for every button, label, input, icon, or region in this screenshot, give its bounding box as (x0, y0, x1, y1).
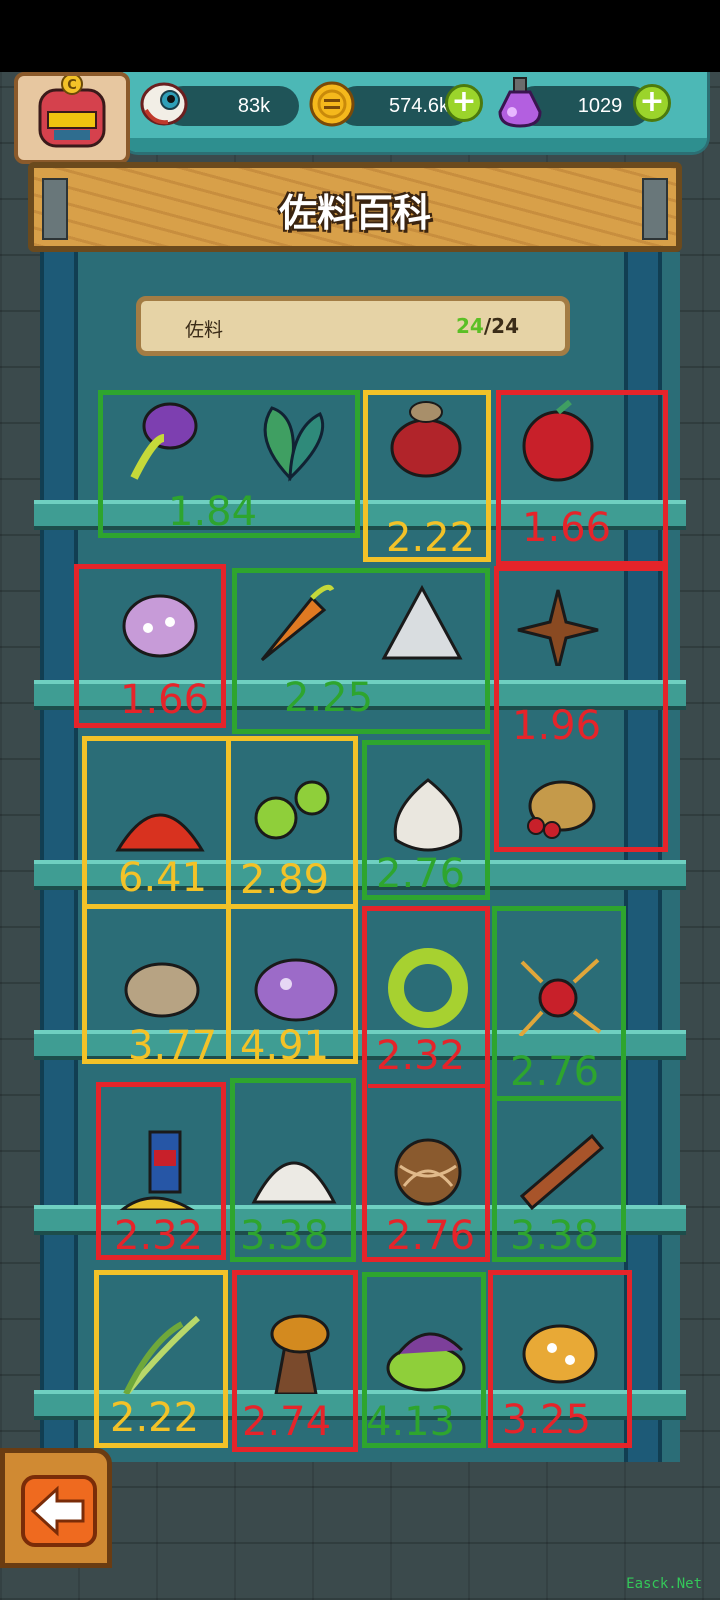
value-label: 3.38 (240, 1213, 330, 1259)
coin-count: 574.6k (388, 95, 450, 117)
svg-text:C: C (67, 78, 77, 93)
value-label: 2.22 (386, 515, 476, 561)
value-label: 2.74 (242, 1399, 332, 1445)
box-divider (492, 1096, 626, 1101)
total-count: 24 (491, 314, 519, 338)
player-badge[interactable]: C (14, 72, 130, 164)
value-label: 3.77 (128, 1023, 218, 1069)
collection-progress: 佐料 24/24 (136, 296, 570, 356)
value-label: 3.38 (510, 1213, 600, 1259)
value-label: 2.22 (110, 1395, 200, 1441)
eyeball-count: 83k (237, 95, 271, 117)
value-label: 4.13 (366, 1399, 456, 1445)
value-label: 2.76 (376, 851, 466, 897)
box-divider (368, 1084, 486, 1088)
hud-trim (123, 138, 707, 152)
monster-avatar-icon: C (38, 73, 106, 148)
cabinet-left-rail (40, 252, 78, 1462)
value-label: 6.41 (118, 855, 208, 901)
value-label: 2.32 (376, 1033, 466, 1079)
potion-count: 1029 (577, 95, 623, 117)
value-label: 2.76 (386, 1213, 476, 1259)
collection-label: 佐料 (185, 319, 224, 341)
page-title: 佐料百科 (278, 191, 431, 235)
value-label: 2.25 (284, 675, 374, 721)
back-button-face[interactable] (21, 1475, 97, 1547)
potion-icon (498, 77, 542, 128)
collected-count: 24 (456, 314, 484, 338)
title-board: 佐料百科 (28, 162, 682, 252)
box-divider (82, 904, 358, 909)
eyeball-icon (140, 82, 188, 126)
value-label: 1.84 (168, 489, 258, 535)
box-divider (226, 740, 231, 1060)
game-screen: 83k 574.6k + 1029 + C 佐料百科 佐料 24/24 1.84… (0, 0, 720, 1600)
add-coins-button[interactable]: + (445, 84, 483, 122)
currency-bar: 83k 574.6k + 1029 + (120, 72, 710, 155)
status-bar-area (0, 0, 720, 72)
value-label: 3.25 (502, 1397, 592, 1443)
add-potions-button[interactable]: + (633, 84, 671, 122)
value-label: 1.66 (120, 677, 210, 723)
value-label: 2.32 (114, 1213, 204, 1259)
value-label: 1.96 (512, 703, 602, 749)
coin-icon (309, 81, 355, 127)
watermark: Easck.Net (626, 1576, 702, 1592)
back-arrow-icon (30, 1485, 85, 1537)
value-label: 1.66 (522, 505, 612, 551)
collection-count: 24/24 (456, 314, 519, 338)
back-button[interactable] (0, 1448, 112, 1568)
value-label: 2.89 (240, 857, 330, 903)
value-label: 2.76 (510, 1049, 600, 1095)
value-label: 4.91 (240, 1023, 330, 1069)
